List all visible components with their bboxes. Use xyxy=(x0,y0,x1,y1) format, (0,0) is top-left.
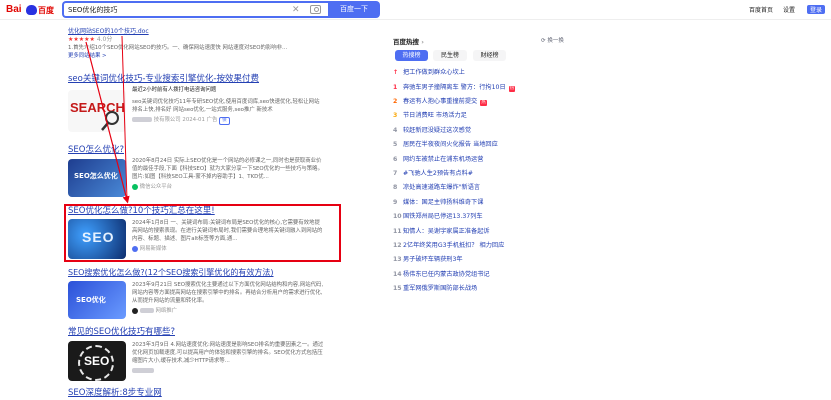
result-item: 常见的SEO优化技巧有哪些? SEO 2023年3月9日 4.网站速度优化:网站… xyxy=(68,327,324,385)
hot-item[interactable]: 5 居民在半夜夜间火化报告 当地回应 xyxy=(393,139,583,150)
result-item: SEO搜索优化怎么做?(12个SEO搜索引擎优化的有效方法) SEO优化 202… xyxy=(68,267,324,322)
result-title[interactable]: SEO深度解析:8步专业网 xyxy=(68,388,324,399)
hot-badge: 热 xyxy=(508,86,516,92)
login-button[interactable]: 登录 xyxy=(807,5,826,14)
hot-search-panel: 百度热搜 › ⟳ 换一换 热搜榜 民生榜 财经榜 ↑ 把工作做到群众心坎上 1 奔驰… xyxy=(393,36,583,292)
paw-icon xyxy=(26,5,37,15)
rating-stars: ★★★★★ xyxy=(68,36,95,43)
search-box[interactable]: ✕ xyxy=(62,1,328,18)
hot-item[interactable]: 10国铁郑州局已停运13.37列车 xyxy=(393,211,583,222)
refresh-button[interactable]: ⟳ 换一换 xyxy=(541,36,564,44)
hot-item[interactable]: 3 节日消费旺 市场活力足 xyxy=(393,110,583,121)
thumb-text: SEARCH xyxy=(70,100,125,115)
result-thumbnail[interactable]: SEARCH xyxy=(68,90,126,132)
hot-item[interactable]: 4 较赶新冠没疑过这次感觉 xyxy=(393,125,583,136)
result-thumbnail[interactable]: SEO xyxy=(68,341,126,381)
more-results-link[interactable]: 更多同站结果 > xyxy=(68,52,324,60)
result-item: SEO深度解析:8步专业网 xyxy=(68,388,324,400)
hot-item[interactable]: 9 媒体：国足主帅扬科维奇下课 xyxy=(393,197,583,208)
ad-label: 广告 xyxy=(206,117,218,123)
blurred-source xyxy=(132,368,154,373)
hot-item[interactable]: 14杨伟东已任内蒙古政协党组书记 xyxy=(393,269,583,280)
tab-hot[interactable]: 热搜榜 xyxy=(395,50,428,61)
settings-link[interactable]: 设置 xyxy=(783,5,795,14)
tab-livelihood[interactable]: 民生榜 xyxy=(433,50,467,61)
home-link[interactable]: 百度首页 xyxy=(749,5,773,14)
result-source: 网络推广 xyxy=(155,308,178,314)
tab-finance[interactable]: 财经榜 xyxy=(473,50,506,61)
hot-item[interactable]: 11知情人：吴谢宇家属正准备起诉 xyxy=(393,226,583,237)
source-icon xyxy=(132,307,138,314)
result-snippet: 2023年9月21日 SEO搜索优化主要通过以下方面优化网站结构和内容,网站代码… xyxy=(132,282,324,304)
wechat-icon xyxy=(132,183,138,190)
result-title[interactable]: SEO搜索优化怎么做?(12个SEO搜索引擎优化的有效方法) xyxy=(68,267,324,278)
thumb-text: SEO怎么优化 xyxy=(74,172,118,180)
result-ad: seo关键词优化技巧-专业搜索引擎优化-按效果付费 SEARCH 最近2小时前有… xyxy=(68,74,324,136)
hot-item[interactable]: 1 奔驰车男子撞隔离车 警方：行拘10日热 xyxy=(393,82,583,93)
result-title[interactable]: 常见的SEO优化技巧有哪些? xyxy=(68,327,324,338)
hot-item[interactable]: 122亿年终奖用G3手机抵扣？ 相力回应 xyxy=(393,240,583,251)
rating-score: 4.0分 xyxy=(96,36,113,43)
result-thumbnail[interactable]: SEO优化 xyxy=(68,281,126,319)
search-button[interactable]: 百度一下 xyxy=(328,1,380,18)
verified-badge: 保 xyxy=(219,117,230,125)
camera-icon[interactable] xyxy=(310,5,321,14)
hot-item[interactable]: 8 凉处高速道路车爆炸"新语言 xyxy=(393,182,583,193)
search-graphic-icon: SEARCH xyxy=(68,90,126,132)
result-source: 微信公众平台 xyxy=(139,184,173,190)
result-subtitle: 最近2小时前有人拨打电话咨询问题 xyxy=(132,87,217,93)
hot-item[interactable]: 2 春运有人抱心事重撞前提交热 xyxy=(393,96,583,107)
result-snippet: 2020年8月24日 实际上SEO优化是一个网站的必修课之一,同时也是获取商业价… xyxy=(132,158,323,180)
logo-text-du: 百度 xyxy=(38,6,54,15)
hot-badge: 热 xyxy=(480,100,487,106)
top-bar: Bai 百度 ✕ 百度一下 百度首页 设置 登录 xyxy=(0,0,831,20)
result-title[interactable]: SEO怎么优化? xyxy=(68,145,324,156)
result-title[interactable]: 优化网站SEO的10个技巧.doc xyxy=(68,26,324,35)
hot-item[interactable]: ↑ 把工作做到群众心坎上 xyxy=(393,67,583,78)
search-input[interactable] xyxy=(68,4,278,16)
logo-text-bai: Bai xyxy=(6,4,22,15)
result-snippet: 2023年3月9日 4.网站速度优化:网站速度是影响SEO排名的重要因素之一。通… xyxy=(132,342,324,364)
result-title[interactable]: seo关键词优化技巧-专业搜索引擎优化-按效果付费 xyxy=(68,74,324,85)
hot-item[interactable]: 15重军网俄罗斯国防部长战场 xyxy=(393,283,583,294)
result-doc: 优化网站SEO的10个技巧.doc ★★★★★ 4.0分 1.首先介绍10个SE… xyxy=(68,26,324,66)
clear-icon[interactable]: ✕ xyxy=(292,4,300,16)
result-source: 技有限公司 2024-01 xyxy=(153,117,205,123)
result-thumbnail[interactable]: SEO怎么优化 xyxy=(68,159,126,197)
result-item: SEO怎么优化? 2020年8月24日 实际上SEO优化是一个网站的必修课之一,… xyxy=(68,145,324,200)
baidu-logo[interactable]: Bai 百度 xyxy=(6,4,56,16)
highlight-box xyxy=(64,204,341,262)
thumb-text: SEO xyxy=(84,354,110,368)
hot-item[interactable]: 6 网约车被禁止在浦东机场运营 xyxy=(393,154,583,165)
blurred-source xyxy=(139,308,154,313)
result-snippet: seo关键词优化技巧11年专研SEO优化,使用百度词库,seo快速优化,轻松让网… xyxy=(132,99,320,113)
blurred-source xyxy=(132,117,152,122)
hot-item[interactable]: 7 #飞驰人生2预告有点料# xyxy=(393,168,583,179)
hot-item[interactable]: 13男子破坏车辆获刑3年 xyxy=(393,254,583,265)
thumb-text: SEO优化 xyxy=(76,296,106,304)
result-snippet: 1.首先介绍10个SEO优化网站SEO的技巧。一、确保网站速度快 网站速度对SE… xyxy=(68,45,288,51)
